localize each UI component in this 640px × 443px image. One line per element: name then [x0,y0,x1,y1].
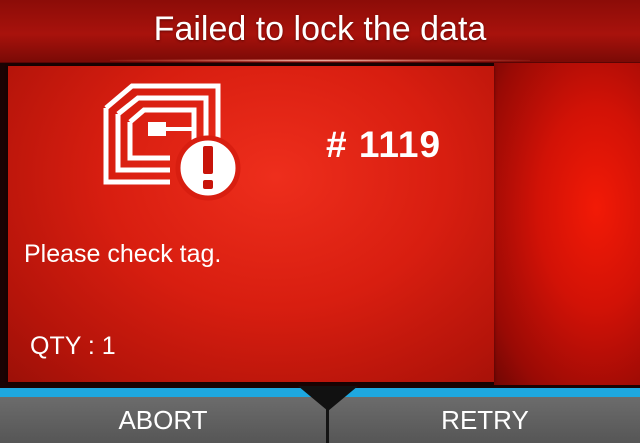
abort-button[interactable]: ABORT [0,397,326,443]
error-code: # 1119 [326,124,442,165]
retry-button[interactable]: RETRY [330,397,640,443]
page-title: Failed to lock the data [153,10,487,48]
error-panel: # 1119 Please check tag. QTY : 1 [8,66,494,382]
pointer-arrow-icon [298,386,358,411]
error-message: Please check tag. [24,240,222,268]
error-screen: Failed to lock the data # 1119 Please ch… [0,0,640,443]
side-panel [494,63,640,385]
quantity-label: QTY : 1 [30,332,116,360]
rfid-tag-error-icon [103,83,241,201]
title-bar: Failed to lock the data [0,0,640,63]
